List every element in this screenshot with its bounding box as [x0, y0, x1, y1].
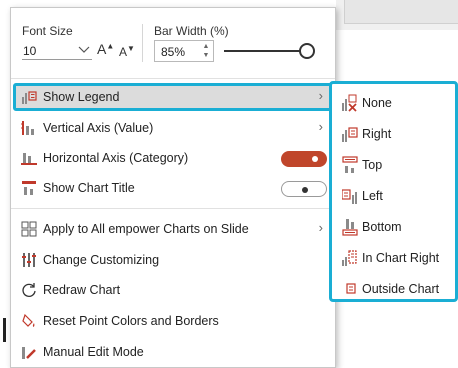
submenu-item-label: Left: [362, 189, 383, 203]
reset-colors-icon: [21, 313, 37, 329]
menu-item-label: Reset Point Colors and Borders: [43, 314, 219, 328]
vertical-axis-icon: [21, 120, 37, 136]
submenu-item-label: Outside Chart: [362, 282, 440, 296]
font-size-dropdown[interactable]: 10: [22, 42, 92, 60]
submenu-item-label: Right: [362, 127, 392, 141]
bar-width-value: 85%: [161, 45, 186, 59]
font-size-label: Font Size: [22, 24, 73, 38]
chevron-right-icon: ›: [318, 88, 323, 103]
menu-item-label: Vertical Axis (Value): [43, 121, 154, 135]
menu-item-label: Manual Edit Mode: [43, 345, 144, 359]
legend-option-right[interactable]: Right: [332, 119, 458, 149]
bar-width-slider-track[interactable]: [224, 50, 304, 52]
legend-option-in-chart-right[interactable]: In Chart Right: [332, 243, 458, 273]
menu-item-change-customizing[interactable]: Change Customizing: [11, 245, 335, 275]
menu-item-show-chart-title[interactable]: Show Chart Title: [11, 173, 335, 203]
bar-width-label: Bar Width (%): [154, 24, 229, 38]
chart-title-toggle[interactable]: [281, 181, 327, 197]
horizontal-axis-icon: [21, 150, 37, 166]
legend-option-bottom[interactable]: Bottom: [332, 212, 458, 242]
chevron-right-icon: ›: [318, 220, 323, 235]
ribbon-background: [336, 0, 458, 30]
menu-item-apply-to-all[interactable]: Apply to All empower Charts on Slide ›: [11, 214, 335, 244]
chevron-right-icon: ›: [318, 119, 323, 134]
grid-icon: [21, 221, 37, 237]
legend-outside-chart-icon: [342, 280, 358, 298]
slide-edge-mark: [3, 318, 6, 342]
submenu-item-label: Top: [362, 158, 383, 172]
menu-divider: [11, 78, 335, 79]
bar-width-input[interactable]: 85% ▲ ▼: [154, 40, 214, 62]
legend-option-none[interactable]: None: [332, 88, 458, 118]
legend-position-submenu: None Right Top Left Bottom In Chart Righ…: [329, 81, 458, 302]
submenu-item-label: In Chart Right: [362, 251, 440, 265]
menu-item-manual-edit-mode[interactable]: Manual Edit Mode: [11, 337, 335, 367]
menu-item-label: Apply to All empower Charts on Slide: [43, 222, 249, 236]
legend-left-icon: [342, 187, 358, 205]
menu-item-redraw-chart[interactable]: Redraw Chart: [11, 275, 335, 305]
bar-width-slider-thumb[interactable]: [299, 43, 315, 59]
legend-bottom-icon: [342, 218, 358, 236]
menu-divider: [11, 208, 335, 209]
menu-item-horizontal-axis[interactable]: Horizontal Axis (Category): [11, 143, 335, 173]
legend-right-icon: [342, 125, 358, 143]
customizing-icon: [21, 252, 37, 268]
legend-icon: [21, 89, 37, 105]
menu-item-vertical-axis[interactable]: Vertical Axis (Value) ›: [11, 113, 335, 143]
chart-title-icon: [21, 180, 37, 196]
mini-toolbar: Font Size 10 A▲ A▼ Bar Width (%) 85% ▲ ▼: [11, 8, 335, 72]
grow-font-button[interactable]: A▲: [97, 41, 114, 57]
menu-item-label: Redraw Chart: [43, 283, 121, 297]
legend-none-icon: [342, 94, 358, 112]
menu-item-show-legend[interactable]: Show Legend ›: [11, 82, 335, 112]
font-size-value: 10: [23, 44, 37, 58]
menu-item-reset-point-colors[interactable]: Reset Point Colors and Borders: [11, 306, 335, 336]
horizontal-axis-toggle[interactable]: [281, 151, 327, 167]
menu-item-label: Show Chart Title: [43, 181, 135, 195]
chart-context-menu: Font Size 10 A▲ A▼ Bar Width (%) 85% ▲ ▼: [10, 7, 336, 368]
legend-option-top[interactable]: Top: [332, 150, 458, 180]
legend-in-chart-right-icon: [342, 249, 358, 267]
menu-item-label: Horizontal Axis (Category): [43, 151, 189, 165]
spin-up-icon[interactable]: ▲: [201, 42, 211, 51]
spin-down-icon[interactable]: ▼: [201, 51, 211, 60]
legend-top-icon: [342, 156, 358, 174]
toolbar-divider: [142, 24, 143, 62]
legend-option-outside-chart[interactable]: Outside Chart: [332, 274, 458, 304]
manual-edit-icon: [21, 344, 37, 360]
menu-item-label: Change Customizing: [43, 253, 160, 267]
chevron-down-icon: [78, 42, 90, 56]
submenu-item-label: Bottom: [362, 220, 402, 234]
menu-item-label: Show Legend: [43, 90, 120, 104]
redraw-icon: [21, 282, 37, 298]
legend-option-left[interactable]: Left: [332, 181, 458, 211]
shrink-font-button[interactable]: A▼: [119, 44, 135, 59]
submenu-item-label: None: [362, 96, 392, 110]
